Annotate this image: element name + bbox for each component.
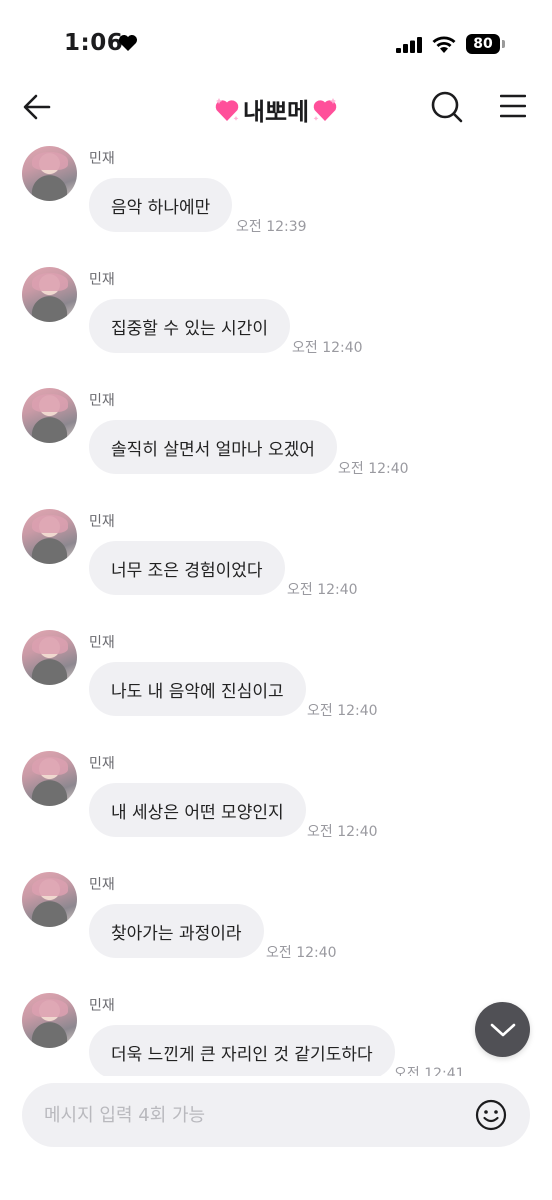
message-bubble: 음악 하나에만: [89, 178, 233, 232]
status-time: 1:06: [64, 30, 124, 56]
message-time: 오전 12:40: [307, 703, 378, 719]
message-item: 민재 내 세상은 어떤 모양인지 오전 12:40: [0, 741, 552, 862]
scroll-to-bottom-button[interactable]: [475, 1002, 530, 1057]
message-time: 오전 12:41: [394, 1066, 465, 1076]
sender-name: 민재: [89, 877, 115, 893]
avatar[interactable]: [22, 872, 77, 927]
message-item: 민재 너무 조은 경험이었다 오전 12:40: [0, 499, 552, 620]
message-time: 오전 12:40: [287, 582, 358, 598]
message-bubble: 찾아가는 과정이라: [89, 904, 264, 958]
sender-name: 민재: [89, 756, 115, 772]
emoji-icon[interactable]: [475, 1099, 507, 1131]
chat-title-text: 내뽀메: [242, 98, 310, 126]
menu-icon[interactable]: [500, 94, 526, 118]
message-item: 민재 나도 내 음악에 진심이고 오전 12:40: [0, 620, 552, 741]
avatar[interactable]: [22, 993, 77, 1048]
search-icon[interactable]: [430, 90, 464, 124]
chevron-down-icon: [490, 1023, 515, 1036]
message-bubble: 솔직히 살면서 얼마나 오겠어: [89, 420, 337, 474]
message-item: 민재 찾아가는 과정이라 오전 12:40: [0, 862, 552, 983]
status-bar: 1:06 80: [0, 0, 552, 80]
message-time: 오전 12:40: [307, 824, 378, 840]
message-time: 오전 12:40: [266, 945, 337, 961]
chat-header: 내뽀메: [0, 80, 552, 136]
message-item: 민재 더욱 느낀게 큰 자리인 것 같기도하다 오전 12:41: [0, 983, 552, 1076]
sender-name: 민재: [89, 393, 115, 409]
wifi-icon: [432, 36, 456, 53]
chat-title: 내뽀메: [0, 92, 552, 127]
message-time: 오전 12:40: [292, 340, 363, 356]
message-time: 오전 12:39: [236, 219, 307, 235]
avatar[interactable]: [22, 630, 77, 685]
avatar[interactable]: [22, 751, 77, 806]
avatar[interactable]: [22, 267, 77, 322]
pink-heart-icon: [313, 97, 337, 121]
message-input[interactable]: [44, 1083, 464, 1147]
message-time: 오전 12:40: [338, 461, 409, 477]
sender-name: 민재: [89, 151, 115, 167]
battery-cap: [502, 40, 505, 48]
avatar[interactable]: [22, 509, 77, 564]
sender-name: 민재: [89, 998, 115, 1014]
sender-name: 민재: [89, 272, 115, 288]
avatar[interactable]: [22, 388, 77, 443]
cellular-signal-icon: [396, 37, 422, 53]
avatar[interactable]: [22, 146, 77, 201]
message-list[interactable]: 민재 음악 하나에만 오전 12:39 민재 집중할 수 있는 시간이 오전 1…: [0, 136, 552, 1076]
message-bubble: 집중할 수 있는 시간이: [89, 299, 290, 353]
pink-heart-icon: [215, 97, 239, 121]
message-bubble: 내 세상은 어떤 모양인지: [89, 783, 306, 837]
message-item: 민재 집중할 수 있는 시간이 오전 12:40: [0, 257, 552, 378]
battery-level: 80: [473, 36, 493, 52]
message-bubble: 너무 조은 경험이었다: [89, 541, 285, 595]
sender-name: 민재: [89, 514, 115, 530]
battery-indicator: 80: [466, 34, 500, 54]
sender-name: 민재: [89, 635, 115, 651]
message-item: 민재 음악 하나에만 오전 12:39: [0, 136, 552, 257]
message-input-bar: [22, 1083, 530, 1147]
message-bubble: 나도 내 음악에 진심이고: [89, 662, 306, 716]
message-item: 민재 솔직히 살면서 얼마나 오겠어 오전 12:40: [0, 378, 552, 499]
message-bubble: 더욱 느낀게 큰 자리인 것 같기도하다: [89, 1025, 395, 1076]
heart-icon: [119, 35, 137, 51]
